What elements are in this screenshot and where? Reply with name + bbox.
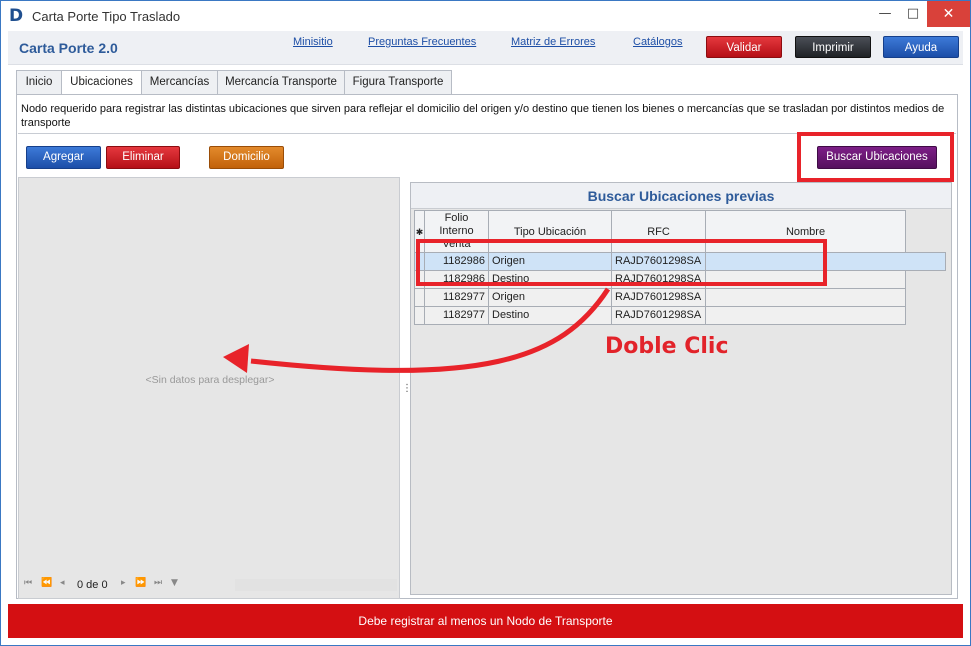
tab-inicio[interactable]: Inicio: [16, 70, 62, 94]
minimize-button[interactable]: —: [871, 1, 899, 27]
tab-ubicaciones[interactable]: Ubicaciones: [61, 70, 142, 95]
app-name: Carta Porte 2.0: [19, 40, 118, 56]
cell-folio[interactable]: 1182977: [424, 288, 489, 307]
ubicaciones-list[interactable]: <Sin datos para desplegar> ⏮ ⏪ ◂ 0 de 0 …: [18, 177, 400, 599]
cell-folio[interactable]: 1182977: [424, 306, 489, 325]
tab-mercancias[interactable]: Mercancías: [141, 70, 218, 94]
doble-clic-annotation: Doble Clic: [605, 334, 729, 359]
minisitio-link[interactable]: Minisitio: [293, 36, 333, 48]
imprimir-button[interactable]: Imprimir: [795, 36, 871, 58]
cell-rfc[interactable]: RAJD7601298SA: [611, 288, 706, 307]
validar-button[interactable]: Validar: [706, 36, 782, 58]
cell-nombre[interactable]: [705, 306, 906, 325]
pager: ⏮ ⏪ ◂ 0 de 0 ▸ ⏩ ⏭ ▼: [21, 576, 397, 594]
last-page-icon[interactable]: ⏭: [154, 578, 162, 588]
tab-mercancia-transporte[interactable]: Mercancía Transporte: [217, 70, 345, 94]
next-page-group-icon[interactable]: ⏩: [135, 578, 146, 588]
first-page-icon[interactable]: ⏮: [24, 578, 32, 588]
app-window: D Carta Porte Tipo Traslado — □ ✕ Carta …: [0, 0, 971, 646]
tab-figura-transporte[interactable]: Figura Transporte: [344, 70, 452, 94]
ayuda-button[interactable]: Ayuda: [883, 36, 959, 58]
prev-page-icon[interactable]: ◂: [60, 578, 65, 588]
error-matrix-link[interactable]: Matriz de Errores: [511, 36, 595, 48]
faq-link[interactable]: Preguntas Frecuentes: [368, 36, 476, 48]
pager-count: 0 de 0: [77, 579, 108, 591]
close-button[interactable]: ✕: [927, 1, 970, 27]
domicilio-button[interactable]: Domicilio: [209, 146, 284, 169]
status-bar: Debe registrar al menos un Nodo de Trans…: [8, 604, 963, 638]
cell-rfc[interactable]: RAJD7601298SA: [611, 306, 706, 325]
title-bar: D Carta Porte Tipo Traslado — □ ✕: [1, 1, 970, 31]
window-title: Carta Porte Tipo Traslado: [32, 9, 181, 24]
maximize-button[interactable]: □: [899, 1, 927, 27]
cell-nombre[interactable]: [705, 288, 906, 307]
app-logo-icon: D: [9, 6, 24, 26]
node-description: Nodo requerido para registrar las distin…: [21, 103, 945, 129]
highlight-box-buscar: [797, 132, 954, 182]
catalogs-link[interactable]: Catálogos: [633, 36, 683, 48]
cell-tipo[interactable]: Origen: [488, 288, 612, 307]
empty-message: <Sin datos para desplegar>: [145, 374, 275, 386]
prev-page-group-icon[interactable]: ⏪: [41, 578, 52, 588]
next-page-icon[interactable]: ▸: [121, 578, 126, 588]
highlight-box-row: [416, 239, 827, 286]
agregar-button[interactable]: Agregar: [26, 146, 101, 169]
filter-icon[interactable]: ▼: [171, 578, 178, 588]
cell-tipo[interactable]: Destino: [488, 306, 612, 325]
app-header: Carta Porte 2.0 Minisitio Preguntas Frec…: [8, 31, 963, 65]
horizontal-scrollbar[interactable]: [235, 579, 397, 591]
search-panel-title: Buscar Ubicaciones previas: [411, 183, 951, 209]
eliminar-button[interactable]: Eliminar: [106, 146, 180, 169]
